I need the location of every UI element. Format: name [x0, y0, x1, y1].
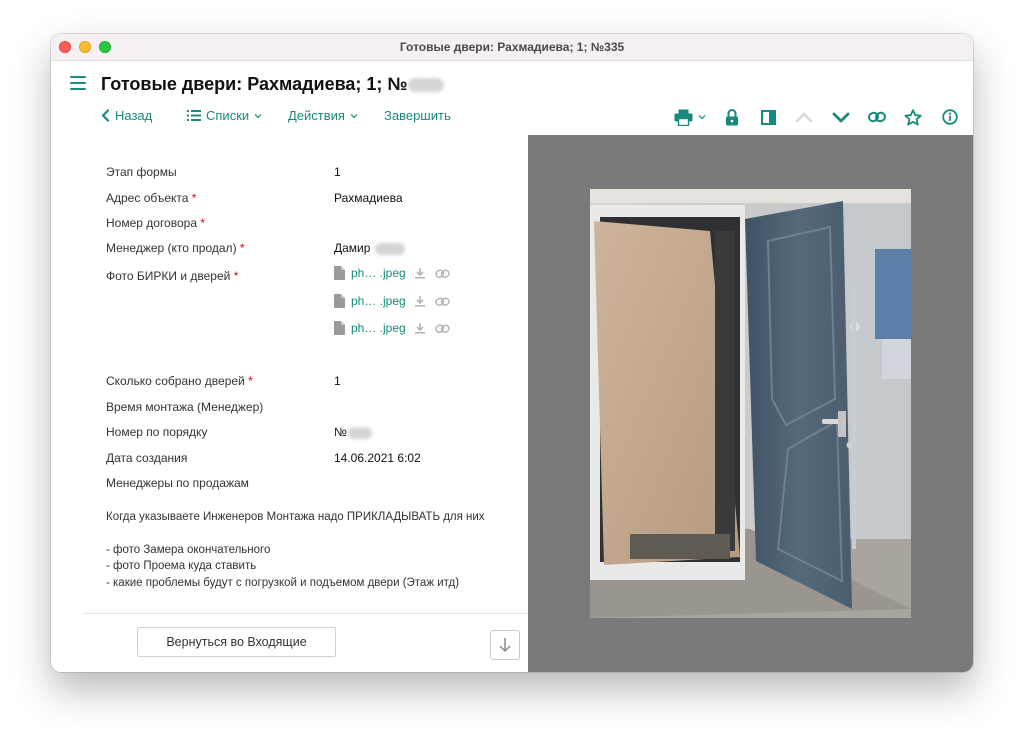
page-header: Готовые двери: Рахмадиева; 1; № Назад Сп…: [51, 61, 973, 135]
door-photo[interactable]: [590, 189, 911, 618]
field-value-created: 14.06.2021 6:02: [334, 451, 421, 465]
lists-label: Списки: [206, 108, 250, 123]
field-label-stage: Этап формы: [106, 165, 177, 179]
arrow-down-icon: [499, 638, 511, 653]
print-icon: [674, 109, 693, 126]
instruction-note: Когда указываете Инженеров Монтажа надо …: [106, 509, 496, 591]
window-controls: [59, 41, 111, 53]
field-value-manager[interactable]: Дамир: [334, 241, 405, 255]
link-icon: [868, 111, 886, 123]
chevron-down-icon: [350, 113, 358, 118]
next-record-button[interactable]: [830, 106, 852, 128]
back-button[interactable]: Назад: [101, 108, 152, 123]
note-item: - какие проблемы будут с погрузкой и под…: [106, 576, 460, 589]
title-bar: Готовые двери: Рахмадиева; 1; №335: [51, 34, 973, 61]
back-label: Назад: [115, 108, 153, 123]
file-link[interactable]: ph… .jpeg: [351, 266, 406, 280]
required-mark: *: [233, 269, 239, 283]
finish-button[interactable]: Завершить: [384, 108, 451, 123]
file-link[interactable]: ph… .jpeg: [351, 321, 406, 335]
page-title-text: Готовые двери: Рахмадиева; 1; №: [101, 74, 408, 94]
redacted-number: [347, 426, 372, 439]
finish-label: Завершить: [384, 108, 451, 123]
lock-icon: [726, 108, 738, 125]
field-label-manager: Менеджер (кто продал) *: [106, 241, 245, 255]
file-icon: [334, 294, 345, 308]
field-label-created: Дата создания: [106, 451, 188, 465]
chevron-down-icon: [832, 112, 850, 122]
info-icon: [942, 109, 958, 125]
page-title: Готовые двери: Рахмадиева; 1; №: [101, 74, 445, 95]
download-icon[interactable]: [414, 267, 426, 279]
form-pane: Этап формы 1 Адрес объекта * Рахмадиева …: [51, 135, 528, 672]
field-label-seq-number: Номер по порядку: [106, 425, 208, 439]
zoom-window-button[interactable]: [99, 41, 111, 53]
required-mark: *: [239, 241, 245, 255]
file-item: ph… .jpeg: [334, 294, 450, 308]
chevron-up-icon: [795, 112, 813, 122]
lock-button[interactable]: [721, 106, 743, 128]
close-window-button[interactable]: [59, 41, 71, 53]
favorite-button[interactable]: [902, 106, 924, 128]
required-mark: *: [191, 191, 197, 205]
chevron-down-icon: [698, 115, 706, 120]
scroll-down-button[interactable]: [490, 630, 520, 660]
download-icon[interactable]: [414, 295, 426, 307]
note-item: - фото Проема куда ставить: [106, 560, 257, 572]
panel-icon: [760, 109, 776, 125]
app-window: Готовые двери: Рахмадиева; 1; №335 Готов…: [51, 34, 973, 672]
field-value-address[interactable]: Рахмадиева: [334, 191, 403, 205]
field-value-seq-number: №: [334, 425, 372, 439]
minimize-window-button[interactable]: [79, 41, 91, 53]
download-icon[interactable]: [414, 322, 426, 334]
chevron-down-icon: [254, 113, 262, 118]
door-image: [590, 189, 911, 618]
file-icon: [334, 266, 345, 280]
link-icon[interactable]: [434, 323, 450, 334]
print-menu[interactable]: [670, 106, 710, 128]
lists-menu[interactable]: Списки: [187, 108, 262, 123]
toolbar: Назад Списки Действия Завершить: [51, 104, 973, 130]
panel-toggle-button[interactable]: [757, 106, 779, 128]
redacted-number: [408, 78, 445, 93]
field-label-install-time: Время монтажа (Менеджер): [106, 400, 264, 414]
actions-label: Действия: [288, 108, 345, 123]
actions-menu[interactable]: Действия: [288, 108, 358, 123]
file-item: ph… .jpeg: [334, 321, 450, 335]
star-icon: [904, 108, 922, 125]
field-label-count: Сколько собрано дверей *: [106, 374, 253, 388]
field-value-count[interactable]: 1: [334, 374, 341, 388]
file-item: ph… .jpeg: [334, 266, 450, 280]
previous-record-button[interactable]: [793, 106, 815, 128]
field-label-address: Адрес объекта *: [106, 191, 197, 205]
link-icon[interactable]: [434, 268, 450, 279]
photo-preview-pane: [528, 135, 973, 672]
return-to-inbox-button[interactable]: Вернуться во Входящие: [137, 627, 336, 657]
required-mark: *: [200, 216, 206, 230]
info-button[interactable]: [939, 106, 961, 128]
field-label-contract: Номер договора *: [106, 216, 206, 230]
chevron-left-icon: [101, 109, 110, 122]
note-intro: Когда указываете Инженеров Монтажа надо …: [106, 511, 485, 523]
form-footer: Вернуться во Входящие: [82, 613, 528, 672]
field-label-sales-managers: Менеджеры по продажам: [106, 476, 249, 490]
field-label-photos: Фото БИРКИ и дверей *: [106, 269, 239, 283]
link-icon[interactable]: [434, 296, 450, 307]
list-icon: [187, 110, 201, 121]
field-value-stage: 1: [334, 165, 341, 179]
menu-icon[interactable]: [70, 76, 86, 90]
window-title: Готовые двери: Рахмадиева; 1; №335: [399, 40, 625, 54]
required-mark: *: [248, 374, 253, 388]
file-link[interactable]: ph… .jpeg: [351, 294, 406, 308]
redacted-surname: [374, 242, 405, 255]
copy-link-button[interactable]: [866, 106, 888, 128]
file-icon: [334, 321, 345, 335]
note-item: - фото Замера окончательного: [106, 543, 271, 556]
